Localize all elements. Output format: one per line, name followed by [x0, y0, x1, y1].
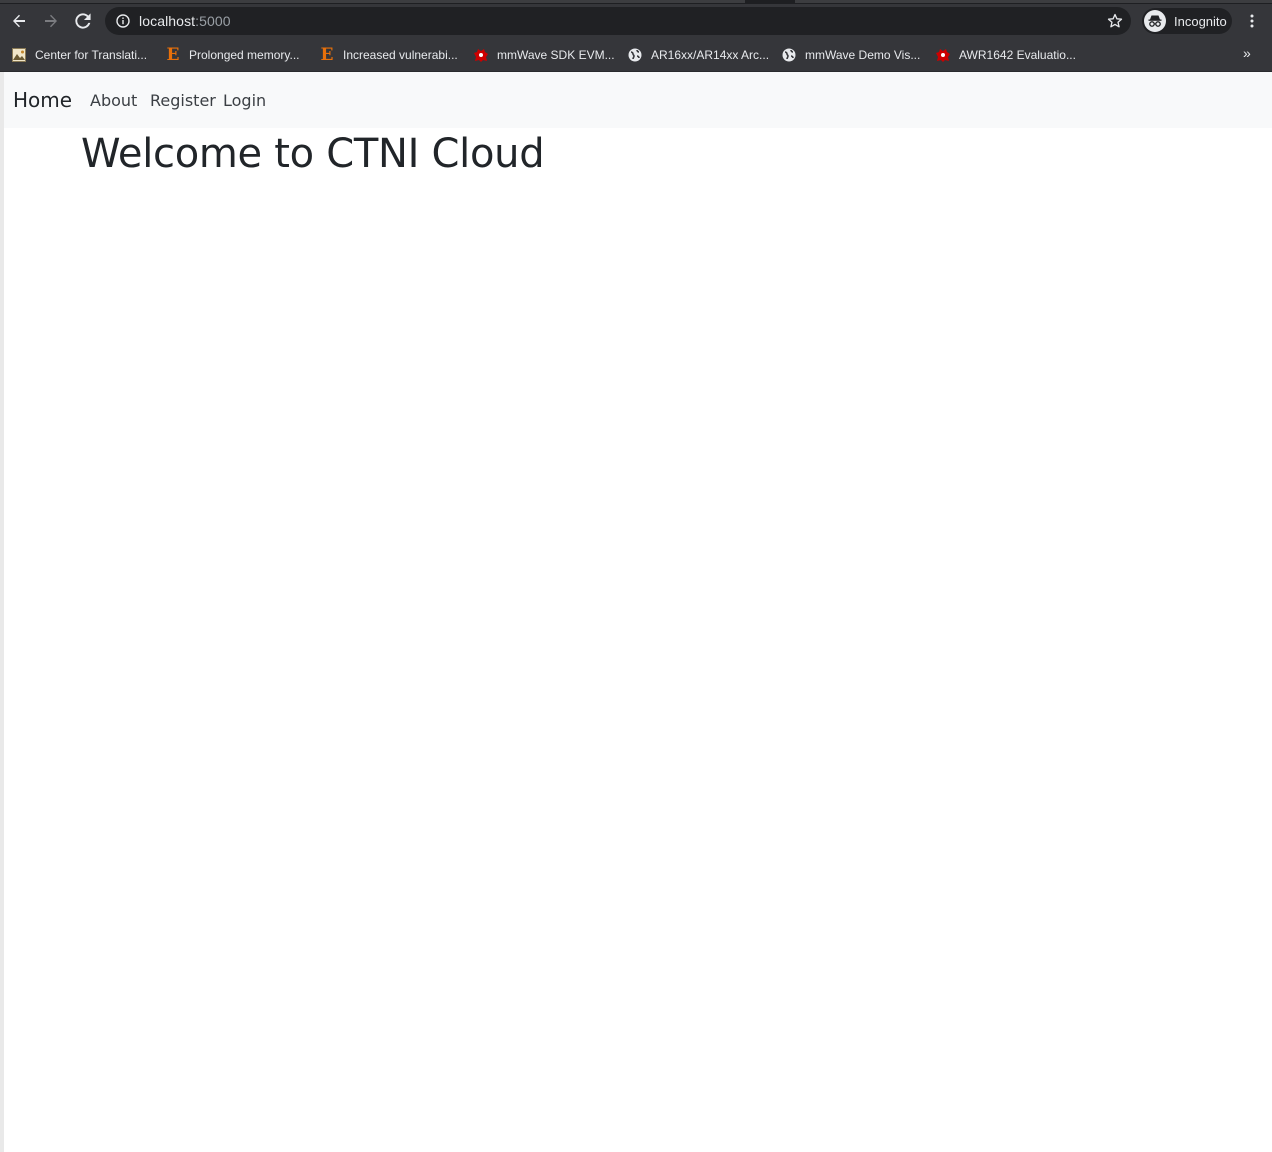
- bookmarks-bar: Center for Translati... E Prolonged memo…: [0, 38, 1272, 72]
- bookmark-label: mmWave Demo Vis...: [805, 48, 921, 62]
- browser-toolbar: localhost:5000 Incognito: [0, 4, 1272, 38]
- e-letter-favicon-icon: E: [320, 45, 334, 65]
- tab-strip-inactive: [0, 0, 745, 3]
- bookmark-label: Increased vulnerabi...: [343, 48, 458, 62]
- e-letter-favicon-icon: E: [166, 45, 180, 65]
- forward-button[interactable]: [35, 5, 67, 37]
- bookmark-item[interactable]: E Increased vulnerabi...: [319, 44, 458, 66]
- url-host: localhost: [139, 13, 196, 29]
- tab-strip-inactive: [795, 0, 1272, 3]
- nav-brand-home[interactable]: Home: [13, 88, 72, 112]
- bookmark-item[interactable]: mmWave Demo Vis...: [781, 44, 920, 66]
- bookmark-label: mmWave SDK EVM...: [497, 48, 615, 62]
- page-viewport: Home About Register Login Welcome to CTN…: [0, 72, 1272, 1152]
- incognito-icon: [1144, 10, 1166, 32]
- bookmark-item[interactable]: Center for Translati...: [11, 44, 147, 66]
- globe-icon: [781, 47, 797, 63]
- nav-link-about[interactable]: About: [90, 91, 137, 110]
- arrow-left-icon: [13, 14, 25, 28]
- left-edge-divider: [0, 72, 4, 1152]
- incognito-badge[interactable]: Incognito: [1142, 8, 1232, 34]
- bookmark-item[interactable]: AWR1642 Evaluatio...: [935, 44, 1076, 66]
- bookmark-label: Center for Translati...: [35, 48, 148, 62]
- site-navbar: Home About Register Login: [4, 72, 1272, 128]
- bookmark-item[interactable]: mmWave SDK EVM...: [473, 44, 615, 66]
- bookmark-label: AWR1642 Evaluatio...: [959, 48, 1076, 62]
- url-port: :5000: [195, 13, 231, 29]
- nav-link-register[interactable]: Register: [150, 91, 216, 110]
- info-icon[interactable]: [115, 13, 131, 29]
- ti-logo-favicon-icon: [935, 47, 951, 63]
- bookmarks-overflow-button[interactable]: »: [1243, 45, 1251, 61]
- ti-logo-favicon-icon: [473, 47, 489, 63]
- bookmark-label: Prolonged memory...: [189, 48, 300, 62]
- bookmark-item[interactable]: AR16xx/AR14xx Arc...: [627, 44, 769, 66]
- globe-icon: [627, 47, 643, 63]
- url-text: localhost:5000: [139, 13, 231, 29]
- bookmark-item[interactable]: E Prolonged memory...: [165, 44, 300, 66]
- bookmark-star-icon[interactable]: [1107, 13, 1123, 29]
- browser-menu-icon[interactable]: [1244, 13, 1260, 29]
- nav-link-login[interactable]: Login: [223, 91, 266, 110]
- bookmark-label: AR16xx/AR14xx Arc...: [651, 48, 770, 62]
- incognito-label: Incognito: [1174, 13, 1227, 29]
- page-title: Welcome to CTNI Cloud: [81, 131, 545, 177]
- landscape-favicon-icon: [11, 47, 27, 63]
- arrow-right-icon: [45, 14, 57, 28]
- address-bar[interactable]: localhost:5000: [105, 7, 1131, 35]
- reload-icon: [75, 13, 91, 29]
- reload-button[interactable]: [67, 5, 99, 37]
- back-button[interactable]: [3, 5, 35, 37]
